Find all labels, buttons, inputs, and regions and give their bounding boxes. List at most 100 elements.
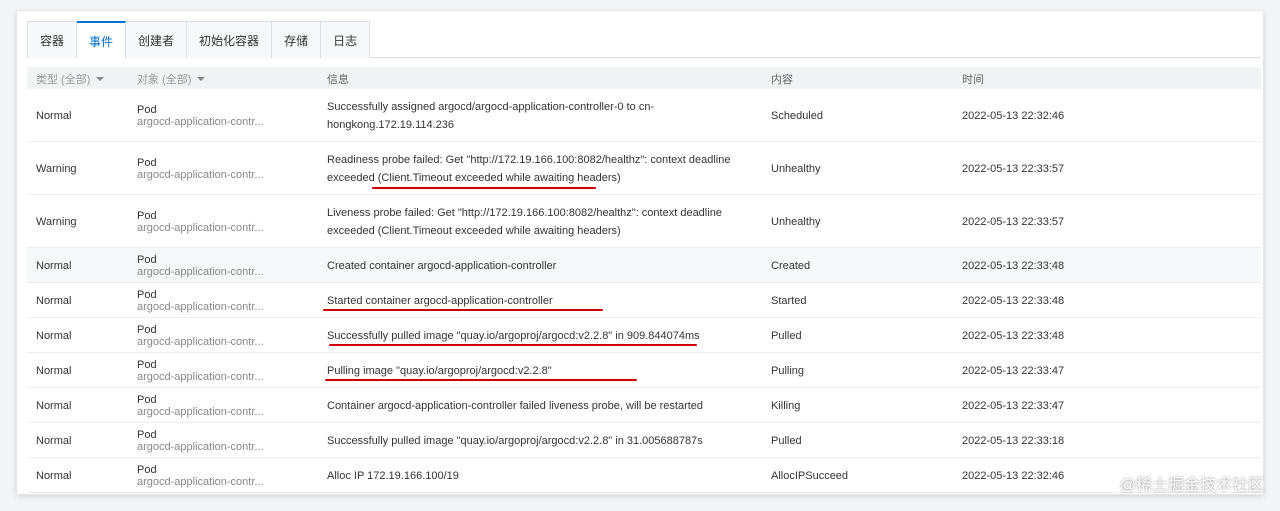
- event-type: Normal: [36, 399, 72, 412]
- tab-storage[interactable]: 存储: [272, 21, 322, 58]
- event-info-line: Successfully pulled image "quay.io/argop…: [327, 329, 700, 342]
- event-object: Pod argocd-application-contr...: [137, 195, 264, 248]
- event-info-line: Pulling image "quay.io/argoproj/argocd:v…: [327, 364, 552, 377]
- table-row: Normal Pod argocd-application-contr... C…: [27, 248, 1261, 283]
- event-time: 2022-05-13 22:33:57: [962, 162, 1065, 175]
- table-row: Normal Pod argocd-application-contr... P…: [27, 353, 1261, 388]
- event-reason: Unhealthy: [771, 215, 821, 228]
- event-info-line: exceeded (Client.Timeout exceeded while …: [327, 171, 621, 184]
- event-object: Pod argocd-application-contr...: [137, 142, 264, 195]
- event-info: Container argocd-application-controller …: [327, 388, 747, 423]
- event-object: Pod argocd-application-contr...: [137, 423, 264, 458]
- object-kind: Pod: [137, 288, 157, 301]
- event-info-line: Successfully assigned argocd/argocd-appl…: [327, 100, 655, 113]
- event-time: 2022-05-13 22:32:46: [962, 469, 1065, 482]
- tab-init-containers[interactable]: 初始化容器: [187, 21, 273, 58]
- event-type: Normal: [36, 259, 72, 272]
- tab-logs[interactable]: 日志: [321, 21, 371, 58]
- object-column-header: 对象 (全部): [137, 74, 192, 86]
- red-underline-annotation: [323, 308, 603, 311]
- tab-bar: 容器 事件 创建者 初始化容器 存储 日志: [27, 21, 1261, 59]
- event-info: Successfully pulled image "quay.io/argop…: [327, 423, 747, 458]
- table-row: Normal Pod argocd-application-contr... S…: [27, 318, 1261, 353]
- table-row: Warning Pod argocd-application-contr... …: [27, 142, 1261, 195]
- event-type: Normal: [36, 294, 72, 307]
- event-reason: Pulled: [771, 434, 802, 447]
- tab-events[interactable]: 事件: [77, 21, 127, 59]
- object-name: argocd-application-contr...: [137, 115, 264, 128]
- event-time: 2022-05-13 22:33:48: [962, 294, 1065, 307]
- object-kind: Pod: [137, 428, 157, 441]
- object-kind: Pod: [137, 253, 157, 266]
- event-info-line: Container argocd-application-controller …: [327, 399, 704, 412]
- content-column-header: 内容: [771, 74, 793, 86]
- event-info-line: Created container argocd-application-con…: [327, 259, 557, 272]
- events-panel: 容器 事件 创建者 初始化容器 存储 日志 类型 (全部) 对象 (全部) 信息…: [16, 10, 1264, 495]
- tab-containers[interactable]: 容器: [27, 21, 78, 58]
- object-name: argocd-application-contr...: [137, 335, 264, 348]
- event-object: Pod argocd-application-contr...: [137, 283, 264, 318]
- object-filter-caret-icon: [197, 77, 206, 81]
- object-kind: Pod: [137, 103, 157, 116]
- tab-creator[interactable]: 创建者: [126, 21, 188, 58]
- object-name: argocd-application-contr...: [137, 475, 264, 488]
- time-column-header: 时间: [962, 74, 984, 86]
- event-object: Pod argocd-application-contr...: [137, 388, 264, 423]
- object-name: argocd-application-contr...: [137, 440, 264, 453]
- event-info-line: exceeded (Client.Timeout exceeded while …: [327, 224, 621, 237]
- event-reason: Unhealthy: [771, 162, 821, 175]
- event-type: Normal: [36, 434, 72, 447]
- event-info-line: Readiness probe failed: Get "http://172.…: [327, 153, 731, 166]
- event-object: Pod argocd-application-contr...: [137, 318, 264, 353]
- event-object: Pod argocd-application-contr...: [137, 458, 264, 493]
- object-name: argocd-application-contr...: [137, 300, 264, 313]
- event-info: Pulling image "quay.io/argoproj/argocd:v…: [327, 353, 747, 388]
- red-underline-annotation: [372, 186, 596, 189]
- object-name: argocd-application-contr...: [137, 168, 264, 181]
- event-reason: Pulled: [771, 329, 802, 342]
- table-header: 类型 (全部) 对象 (全部) 信息 内容 时间: [27, 67, 1261, 89]
- event-info-line: Successfully pulled image "quay.io/argop…: [327, 434, 703, 447]
- event-type: Normal: [36, 109, 72, 122]
- event-info: Started container argocd-application-con…: [327, 283, 747, 318]
- table-row: Normal Pod argocd-application-contr... S…: [27, 283, 1261, 318]
- event-type: Warning: [36, 162, 77, 175]
- event-info-line: Alloc IP 172.19.166.100/19: [327, 469, 459, 482]
- event-reason: Created: [771, 259, 811, 272]
- event-reason: Scheduled: [771, 109, 823, 122]
- table-row: Normal Pod argocd-application-contr... S…: [27, 423, 1261, 458]
- object-name: argocd-application-contr...: [137, 370, 264, 383]
- table-row: Normal Pod argocd-application-contr... S…: [27, 89, 1261, 142]
- table-row: Normal Pod argocd-application-contr... C…: [27, 388, 1261, 423]
- event-object: Pod argocd-application-contr...: [137, 248, 264, 283]
- event-reason: AllocIPSucceed: [771, 469, 849, 482]
- event-info: Successfully assigned argocd/argocd-appl…: [327, 89, 747, 142]
- red-underline-annotation: [325, 378, 637, 381]
- event-time: 2022-05-13 22:33:57: [962, 215, 1065, 228]
- event-time: 2022-05-13 22:33:47: [962, 364, 1065, 377]
- table-row: Warning Pod argocd-application-contr... …: [27, 195, 1261, 248]
- event-reason: Started: [771, 294, 807, 307]
- object-name: argocd-application-contr...: [137, 405, 264, 418]
- object-name: argocd-application-contr...: [137, 221, 264, 234]
- event-info: Liveness probe failed: Get "http://172.1…: [327, 195, 747, 248]
- event-info: Created container argocd-application-con…: [327, 248, 747, 283]
- object-kind: Pod: [137, 393, 157, 406]
- object-kind: Pod: [137, 209, 157, 222]
- type-filter-caret-icon: [96, 77, 105, 81]
- event-time: 2022-05-13 22:32:46: [962, 109, 1065, 122]
- type-column-header: 类型 (全部): [36, 74, 91, 86]
- object-kind: Pod: [137, 463, 157, 476]
- event-type: Normal: [36, 329, 72, 342]
- event-time: 2022-05-13 22:33:48: [962, 329, 1065, 342]
- red-underline-annotation: [329, 343, 697, 346]
- event-info-line: Started container argocd-application-con…: [327, 294, 553, 307]
- event-info-line: hongkong.172.19.114.236: [327, 118, 455, 131]
- event-reason: Pulling: [771, 364, 805, 377]
- object-kind: Pod: [137, 156, 157, 169]
- event-info: Alloc IP 172.19.166.100/19: [327, 458, 747, 493]
- type-filter[interactable]: 类型 (全部): [36, 71, 105, 87]
- event-object: Pod argocd-application-contr...: [137, 89, 264, 142]
- event-type: Normal: [36, 469, 72, 482]
- object-filter[interactable]: 对象 (全部): [137, 71, 206, 87]
